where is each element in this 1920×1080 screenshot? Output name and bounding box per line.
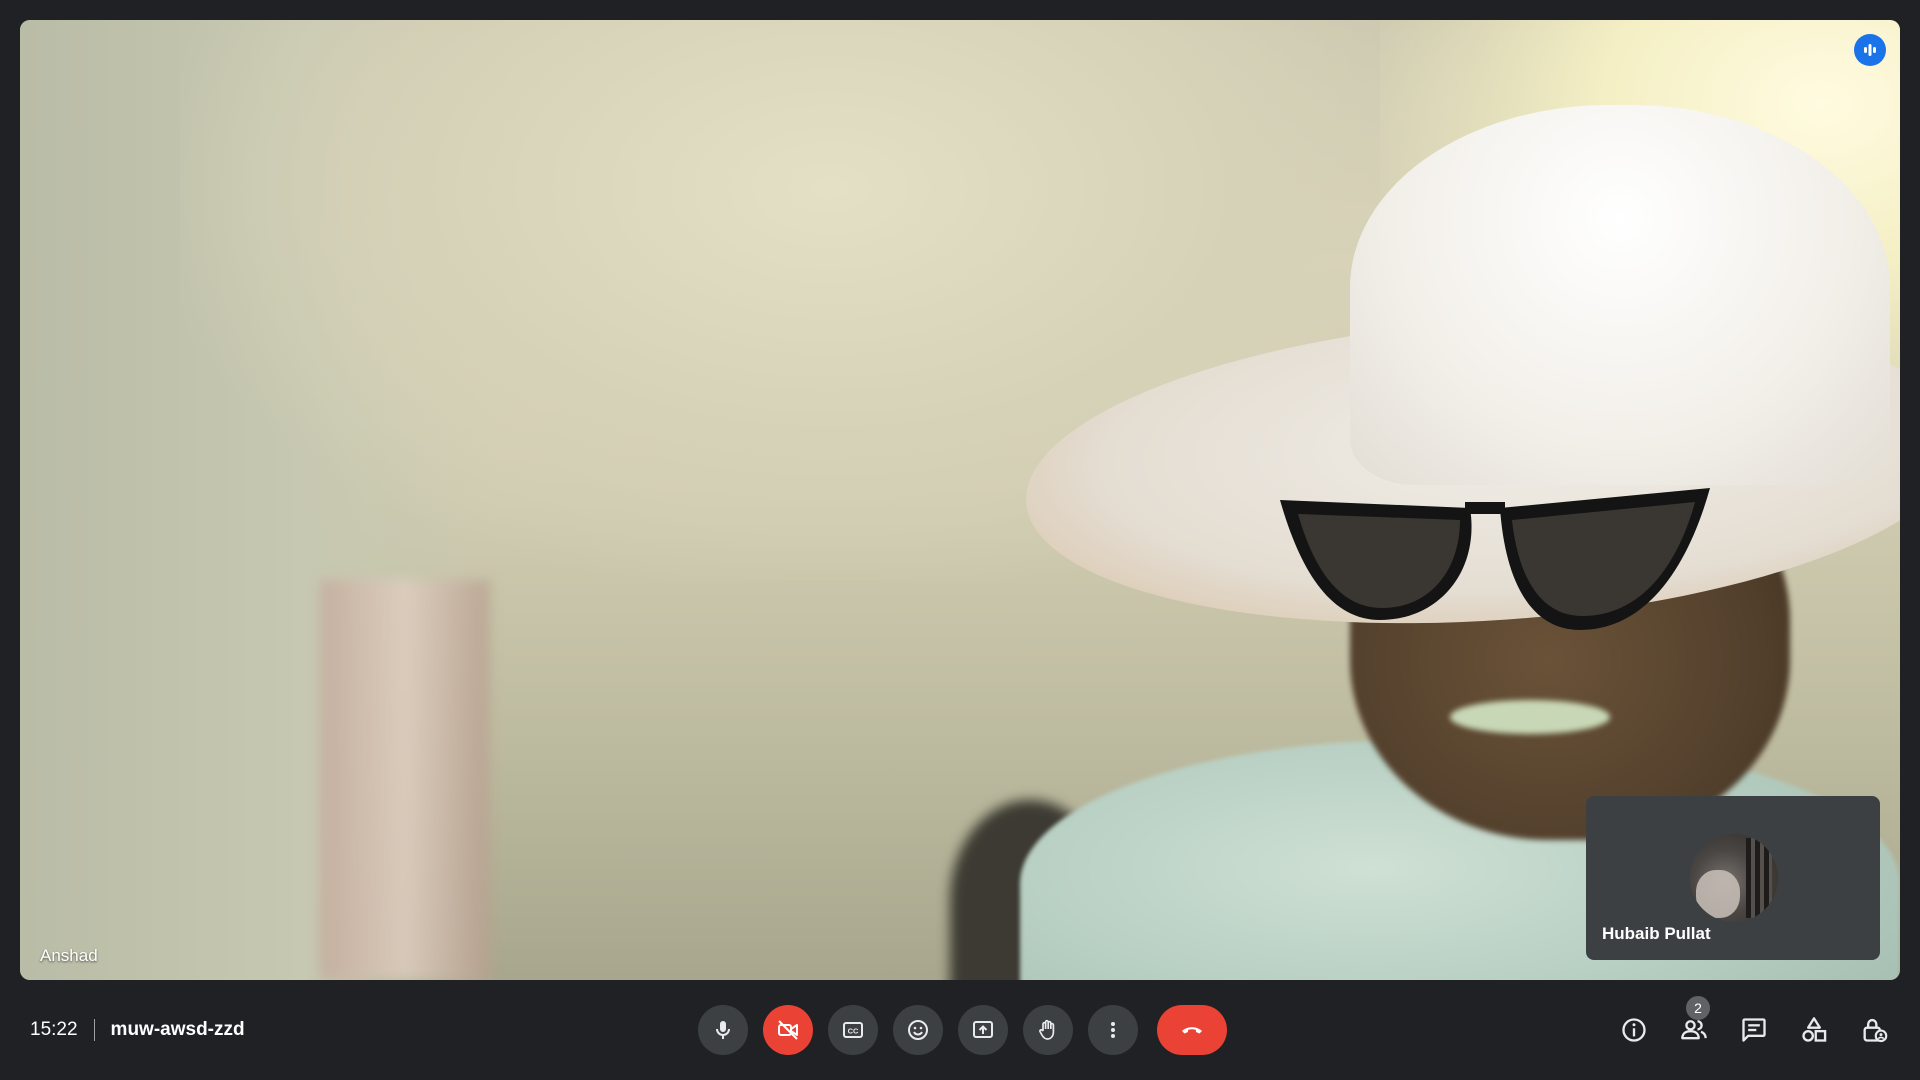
host-controls-button[interactable] bbox=[1850, 1006, 1898, 1054]
svg-text:CC: CC bbox=[848, 1027, 859, 1036]
more-vert-icon bbox=[1111, 1022, 1115, 1038]
closed-captions-icon: CC bbox=[843, 1022, 863, 1038]
main-video-tile: Anshad Hubaib Pullat bbox=[20, 20, 1900, 980]
video-hat-crown bbox=[1350, 105, 1890, 485]
chat-button[interactable] bbox=[1730, 1006, 1778, 1054]
chat-icon bbox=[1742, 1018, 1766, 1042]
people-count-badge: 2 bbox=[1686, 996, 1710, 1020]
call-controls: CC bbox=[698, 1005, 1227, 1055]
activities-icon bbox=[1802, 1017, 1827, 1042]
activities-button[interactable] bbox=[1790, 1006, 1838, 1054]
video-off-icon bbox=[778, 1020, 798, 1040]
self-participant-name: Hubaib Pullat bbox=[1602, 924, 1711, 943]
hand-icon bbox=[1039, 1019, 1055, 1040]
call-end-icon bbox=[1182, 1027, 1202, 1034]
avatar-photo-hand bbox=[1696, 870, 1740, 918]
more-options-button[interactable] bbox=[1088, 1005, 1138, 1055]
present-button[interactable] bbox=[958, 1005, 1008, 1055]
avatar-photo-bars bbox=[1746, 838, 1772, 918]
reactions-button[interactable] bbox=[893, 1005, 943, 1055]
video-door bbox=[320, 580, 490, 980]
meeting-info: 15:22 muw-awsd-zzd bbox=[30, 980, 245, 1080]
video-person-smile bbox=[1450, 700, 1610, 734]
microphone-button[interactable] bbox=[698, 1005, 748, 1055]
people-button[interactable]: 2 bbox=[1670, 996, 1718, 1054]
captions-button[interactable]: CC bbox=[828, 1005, 878, 1055]
speaking-indicator bbox=[1854, 34, 1886, 66]
meeting-info-divider bbox=[93, 1019, 95, 1041]
mic-icon bbox=[716, 1021, 730, 1039]
meeting-time: 15:22 bbox=[30, 1019, 78, 1040]
meeting-details-button[interactable] bbox=[1610, 1006, 1658, 1054]
host-controls-icon bbox=[1863, 1018, 1888, 1043]
leave-call-button[interactable] bbox=[1157, 1005, 1227, 1055]
video-sunglasses bbox=[1280, 488, 1710, 630]
raise-hand-button[interactable] bbox=[1023, 1005, 1073, 1055]
call-control-bar: 15:22 muw-awsd-zzd CC 2 bbox=[0, 980, 1920, 1080]
emoji-icon bbox=[908, 1020, 928, 1040]
info-icon bbox=[1622, 1018, 1646, 1042]
main-participant-name: Anshad bbox=[40, 946, 98, 965]
present-screen-icon bbox=[973, 1021, 993, 1038]
people-icon bbox=[1681, 1020, 1707, 1040]
meeting-side-tools: 2 bbox=[1610, 996, 1898, 1055]
self-view-tile[interactable]: Hubaib Pullat bbox=[1586, 796, 1880, 960]
avatar bbox=[1690, 834, 1778, 922]
camera-button[interactable] bbox=[763, 1005, 813, 1055]
meeting-code: muw-awsd-zzd bbox=[110, 1019, 245, 1040]
audio-level-icon bbox=[1864, 44, 1876, 56]
